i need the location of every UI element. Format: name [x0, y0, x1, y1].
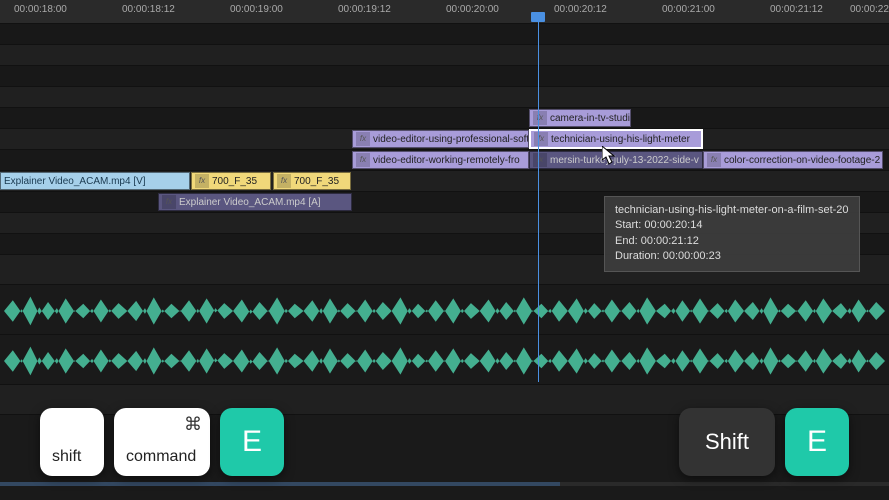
timeline-ruler[interactable]: 00:00:18:00 00:00:18:12 00:00:19:00 00:0…: [0, 0, 889, 24]
clip-label: Explainer Video_ACAM.mp4 [V]: [4, 176, 146, 187]
key-e: E: [220, 408, 284, 476]
clip-video-editor-software[interactable]: fx video-editor-using-professional-soft: [352, 130, 529, 148]
video-track-4[interactable]: [0, 87, 889, 108]
video-track-5[interactable]: [0, 66, 889, 87]
ruler-tick: 00:00:21:00: [662, 4, 715, 15]
clip-label: Explainer Video_ACAM.mp4 [A]: [179, 197, 321, 208]
shortcut-keys-right: Shift E: [679, 408, 849, 476]
waveform-icon: [4, 293, 885, 329]
ruler-tick: 00:00:18:00: [14, 4, 67, 15]
key-label: E: [807, 425, 827, 459]
fx-badge-icon: fx: [356, 132, 370, 146]
video-track-row-3[interactable]: fx video-editor-using-professional-soft …: [0, 129, 889, 150]
playhead-marker-icon[interactable]: [531, 12, 545, 22]
fx-badge-icon: fx: [277, 174, 291, 188]
clip-label: mersin-turkey-july-13-2022-side-v: [550, 155, 699, 166]
ruler-tick: 00:00:20:00: [446, 4, 499, 15]
tooltip-duration: Duration: 00:00:00:23: [615, 249, 849, 264]
clip-label: color-correction-on-video-footage-2: [724, 155, 880, 166]
clip-700f-a[interactable]: fx 700_F_35: [191, 172, 271, 190]
fx-badge-icon: fx: [707, 153, 721, 167]
clip-label: video-editor-using-professional-soft: [373, 134, 529, 145]
ruler-tick: 00:00:21:12: [770, 4, 823, 15]
fx-badge-icon: fx: [533, 153, 547, 167]
fx-badge-icon: fx: [195, 174, 209, 188]
clip-label: 700_F_35: [212, 176, 257, 187]
clip-mersin-turkey[interactable]: fx mersin-turkey-july-13-2022-side-v: [529, 151, 703, 169]
clip-video-editor-remote[interactable]: fx video-editor-working-remotely-fro: [352, 151, 529, 169]
clip-color-correction[interactable]: fx color-correction-on-video-footage-2: [703, 151, 883, 169]
key-label: shift: [52, 448, 81, 466]
key-label: E: [242, 425, 262, 459]
key-e-alt: E: [785, 408, 849, 476]
command-symbol-icon: ⌘: [184, 414, 202, 435]
ruler-tick: 00:00:18:12: [122, 4, 175, 15]
video-track-6[interactable]: [0, 45, 889, 66]
clip-tooltip: technician-using-his-light-meter-on-a-fi…: [604, 196, 860, 272]
video-track-row-4[interactable]: fx camera-in-tv-studio-during-tv-rec: [0, 108, 889, 129]
clip-label: video-editor-working-remotely-fro: [373, 155, 520, 166]
fx-badge-icon: fx: [162, 195, 176, 209]
key-shift: shift: [40, 408, 104, 476]
tooltip-end: End: 00:00:21:12: [615, 234, 849, 249]
timeline-scrollbar[interactable]: [0, 482, 889, 486]
key-label: Shift: [705, 429, 749, 455]
shortcut-keys-left: shift ⌘ command E: [40, 408, 284, 476]
tooltip-start: Start: 00:00:20:14: [615, 218, 849, 233]
fx-badge-icon: fx: [356, 153, 370, 167]
key-command: ⌘ command: [114, 408, 210, 476]
clip-explainer-video[interactable]: Explainer Video_ACAM.mp4 [V]: [0, 172, 190, 190]
clip-technician-light-meter[interactable]: fx technician-using-his-light-meter: [529, 129, 703, 149]
fx-badge-icon: fx: [534, 132, 548, 146]
clip-label: 700_F_35: [294, 176, 339, 187]
clip-label: technician-using-his-light-meter: [551, 134, 690, 145]
ruler-tick: 00:00:19:00: [230, 4, 283, 15]
video-track-7[interactable]: [0, 24, 889, 45]
video-track-row-2[interactable]: fx video-editor-working-remotely-fro fx …: [0, 150, 889, 171]
ruler-tick: 00:00:19:12: [338, 4, 391, 15]
ruler-tick: 00:00:20:12: [554, 4, 607, 15]
audio-waveform-track-2[interactable]: [0, 335, 889, 385]
tooltip-title: technician-using-his-light-meter-on-a-fi…: [615, 203, 849, 218]
ruler-tick: 00:00:22:00: [850, 4, 889, 15]
key-label: command: [126, 448, 196, 466]
waveform-icon: [4, 343, 885, 379]
clip-explainer-audio[interactable]: fx Explainer Video_ACAM.mp4 [A]: [158, 193, 352, 211]
clip-label: camera-in-tv-studio-during-tv-rec: [550, 113, 631, 124]
fx-badge-icon: fx: [533, 111, 547, 125]
clip-700f-b[interactable]: fx 700_F_35: [273, 172, 351, 190]
clip-camera-tv-studio[interactable]: fx camera-in-tv-studio-during-tv-rec: [529, 109, 631, 127]
audio-waveform-track-1[interactable]: [0, 285, 889, 335]
key-shift-alt: Shift: [679, 408, 775, 476]
video-track-row-1[interactable]: Explainer Video_ACAM.mp4 [V] fx 700_F_35…: [0, 171, 889, 192]
playhead-line[interactable]: [538, 22, 539, 382]
